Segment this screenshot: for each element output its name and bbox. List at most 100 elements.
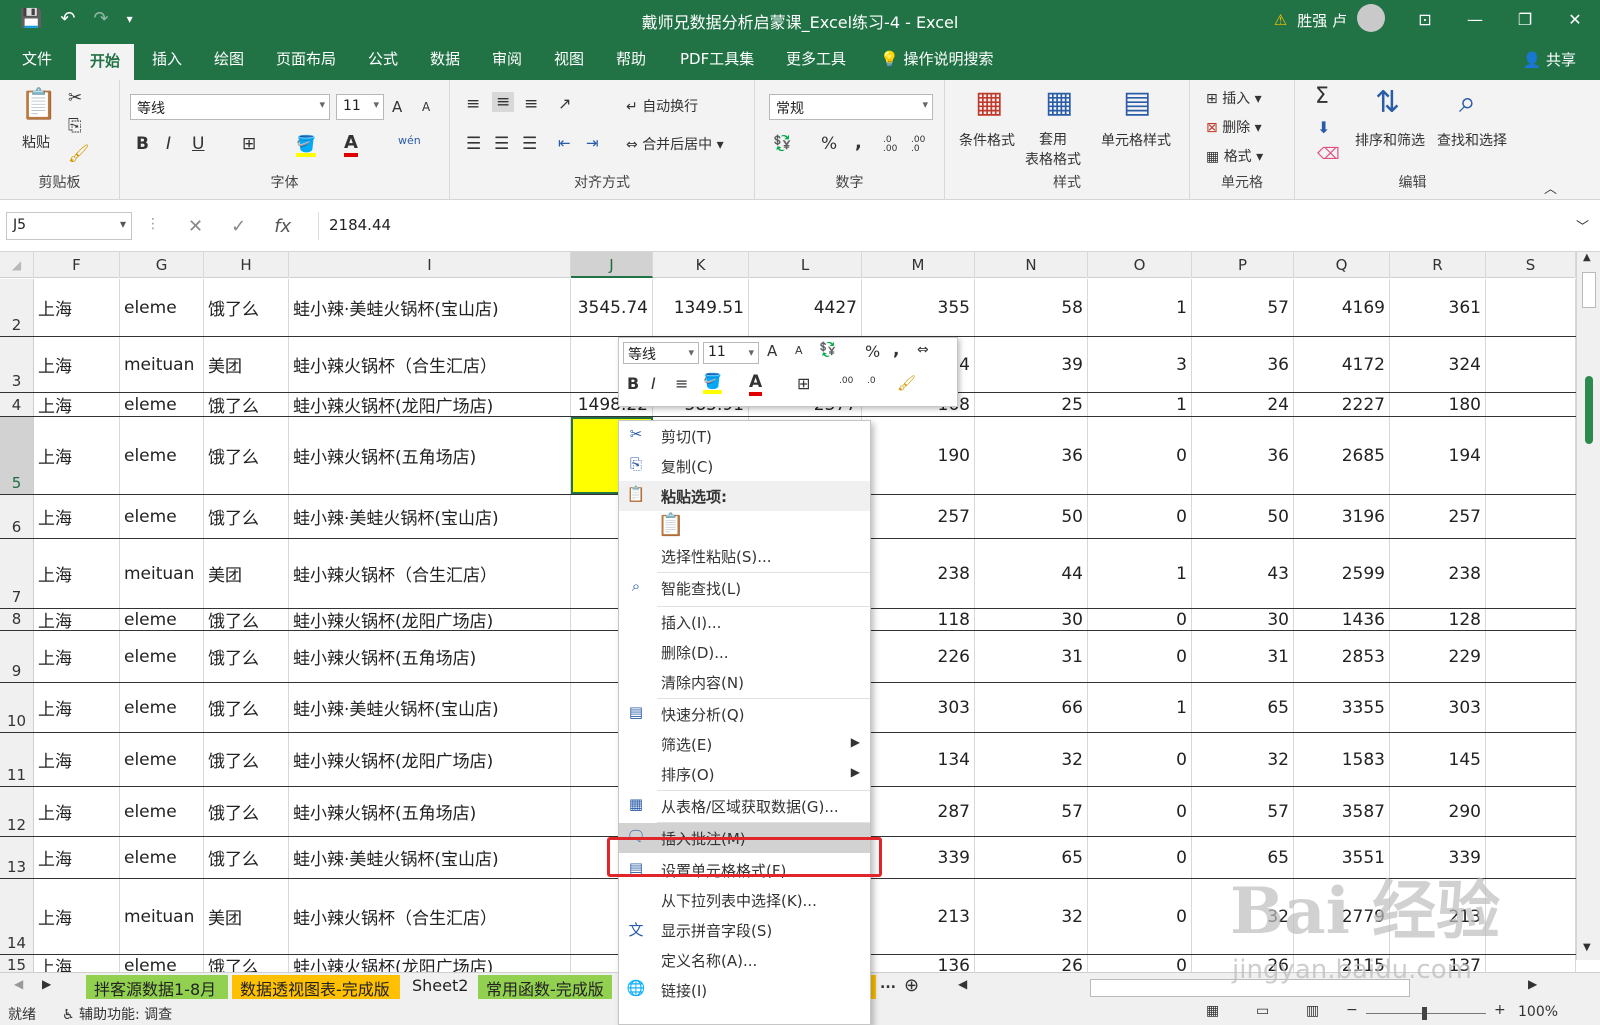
grid-cell[interactable]: 蛙小辣火锅杯(龙阳广场店) [289,609,571,630]
column-header-n[interactable]: N [975,252,1088,278]
grid-cell[interactable]: 上海 [34,683,120,732]
grid-cell[interactable]: 4169 [1294,279,1390,336]
grid-cell[interactable]: 上海 [34,417,120,494]
ribbon-display-icon[interactable]: ⊡ [1400,0,1450,38]
align-right-icon[interactable]: ☰ [522,134,537,154]
grid-cell[interactable]: 0 [1088,837,1192,878]
grid-cell[interactable]: 66 [975,683,1088,732]
grid-cell[interactable]: 2227 [1294,393,1390,416]
insert-function-button[interactable]: fx [274,216,291,237]
grid-cell[interactable]: 1 [1088,683,1192,732]
grid-cell[interactable]: 145 [1390,733,1486,786]
grid-cell[interactable]: 饿了么 [204,609,289,630]
row-header[interactable]: 7 [0,539,34,608]
comma-button[interactable]: , [855,132,862,153]
font-color-button[interactable]: A [344,132,358,157]
fill-color-icon[interactable]: 🪣 [296,134,316,157]
align-center-icon[interactable]: ☰ [494,134,509,154]
row-header[interactable]: 9 [0,631,34,682]
align-left-icon[interactable]: ☰ [466,134,481,154]
grid-cell[interactable]: eleme [120,495,204,538]
context-menu-item[interactable]: 文显示拼音字段(S) [619,915,870,945]
grid-cell[interactable]: 303 [1390,683,1486,732]
mini-fill-color-icon[interactable]: 🪣 [703,372,722,394]
orientation-icon[interactable]: ↗ [558,94,571,113]
avatar[interactable] [1357,4,1385,32]
grid-cell[interactable]: 美团 [204,337,289,392]
delete-cells-button[interactable]: ⊠ 删除 ▾ [1206,117,1262,137]
fill-icon[interactable]: ⬇ [1317,118,1330,137]
grid-cell[interactable]: 36 [1192,337,1294,392]
grid-cell[interactable]: 1583 [1294,733,1390,786]
expand-formula-bar-icon[interactable]: ﹀ [1576,216,1589,235]
grid-cell[interactable]: 饿了么 [204,955,289,972]
column-header-i[interactable]: I [289,252,571,278]
grid-cell[interactable]: 饿了么 [204,631,289,682]
clear-icon[interactable]: ⌫ [1317,144,1340,163]
grid-cell[interactable]: 39 [975,337,1088,392]
sheet-tab[interactable]: 常用函数-完成版 [478,975,612,999]
grid-cell[interactable]: 蛙小辣火锅杯(五角场店) [289,417,571,494]
grid-cell[interactable]: 36 [1192,417,1294,494]
align-top-icon[interactable]: ≡ [466,94,480,114]
tab-pdf-tools[interactable]: PDF工具集 [680,48,754,69]
grid-cell[interactable]: 饿了么 [204,733,289,786]
row-header[interactable]: 13 [0,837,34,878]
grid-cell[interactable]: 蛙小辣火锅杯（合生汇店） [289,337,571,392]
row-header[interactable]: 15 [0,955,34,972]
page-layout-view-icon[interactable]: ▭ [1256,1003,1269,1019]
add-sheet-icon[interactable]: ⊕ [904,975,919,996]
font-size-select[interactable]: 11 [336,94,384,120]
column-header-p[interactable]: P [1192,252,1294,278]
grid-cell[interactable]: 0 [1088,955,1192,972]
tab-view[interactable]: 视图 [554,48,584,69]
tab-page-layout[interactable]: 页面布局 [276,48,336,69]
tab-formulas[interactable]: 公式 [368,48,398,69]
grid-cell[interactable]: 257 [1390,495,1486,538]
mini-format-painter-icon[interactable]: 🖌 [897,374,916,392]
mini-border-icon[interactable]: ⊞ [797,374,810,393]
context-menu-item[interactable]: ▦ 从表格/区域获取数据(G)... [619,791,870,821]
grid-cell[interactable] [1486,609,1576,630]
grid-cell[interactable]: 31 [1192,631,1294,682]
row-header[interactable]: 4 [0,393,34,416]
format-as-table-button[interactable]: 套用 表格格式 [1025,130,1081,170]
column-header-o[interactable]: O [1088,252,1192,278]
tell-me-search[interactable]: 💡 操作说明搜索 [880,48,993,69]
grid-cell[interactable] [1486,733,1576,786]
grid-cell[interactable]: 190 [862,417,975,494]
grid-cell[interactable]: 0 [1088,879,1192,954]
cut-icon[interactable]: ✂ [68,88,82,108]
mini-accounting-icon[interactable]: 💱 [819,342,836,358]
grid-cell[interactable]: 上海 [34,279,120,336]
name-box[interactable]: J5 [6,212,132,240]
column-header-m[interactable]: M [862,252,975,278]
grid-cell[interactable]: 蛙小辣火锅杯(龙阳广场店) [289,955,571,972]
zoom-out-button[interactable]: − [1346,1002,1358,1018]
minimize-icon[interactable]: — [1450,0,1500,38]
grid-cell[interactable]: 324 [1390,337,1486,392]
autosum-button[interactable]: Σ [1315,84,1329,109]
wrap-text-button[interactable]: ↵ 自动换行 [626,96,698,116]
grid-cell[interactable]: eleme [120,787,204,836]
grid-cell[interactable]: 上海 [34,955,120,972]
grid-cell[interactable]: 31 [975,631,1088,682]
column-header-j[interactable]: J [571,252,653,278]
copy-icon[interactable]: ⎘ [68,116,82,136]
grid-cell[interactable]: 饿了么 [204,495,289,538]
align-bottom-icon[interactable]: ≡ [524,94,538,114]
restore-icon[interactable]: ❐ [1500,0,1550,38]
grid-cell[interactable]: 饿了么 [204,787,289,836]
context-menu-item[interactable]: 🌐 链接(I) [619,975,870,1005]
grid-cell[interactable]: eleme [120,393,204,416]
grid-cell[interactable]: 24 [1192,393,1294,416]
column-header-q[interactable]: Q [1294,252,1390,278]
grid-cell[interactable] [1486,337,1576,392]
accounting-format-icon[interactable]: 💱 [773,134,792,152]
tab-review[interactable]: 审阅 [492,48,522,69]
italic-button[interactable]: I [166,134,171,154]
grid-cell[interactable]: eleme [120,837,204,878]
mini-italic-icon[interactable]: I [651,374,656,393]
bold-button[interactable]: B [136,134,149,154]
sort-filter-icon[interactable]: ⇅ [1375,88,1400,118]
